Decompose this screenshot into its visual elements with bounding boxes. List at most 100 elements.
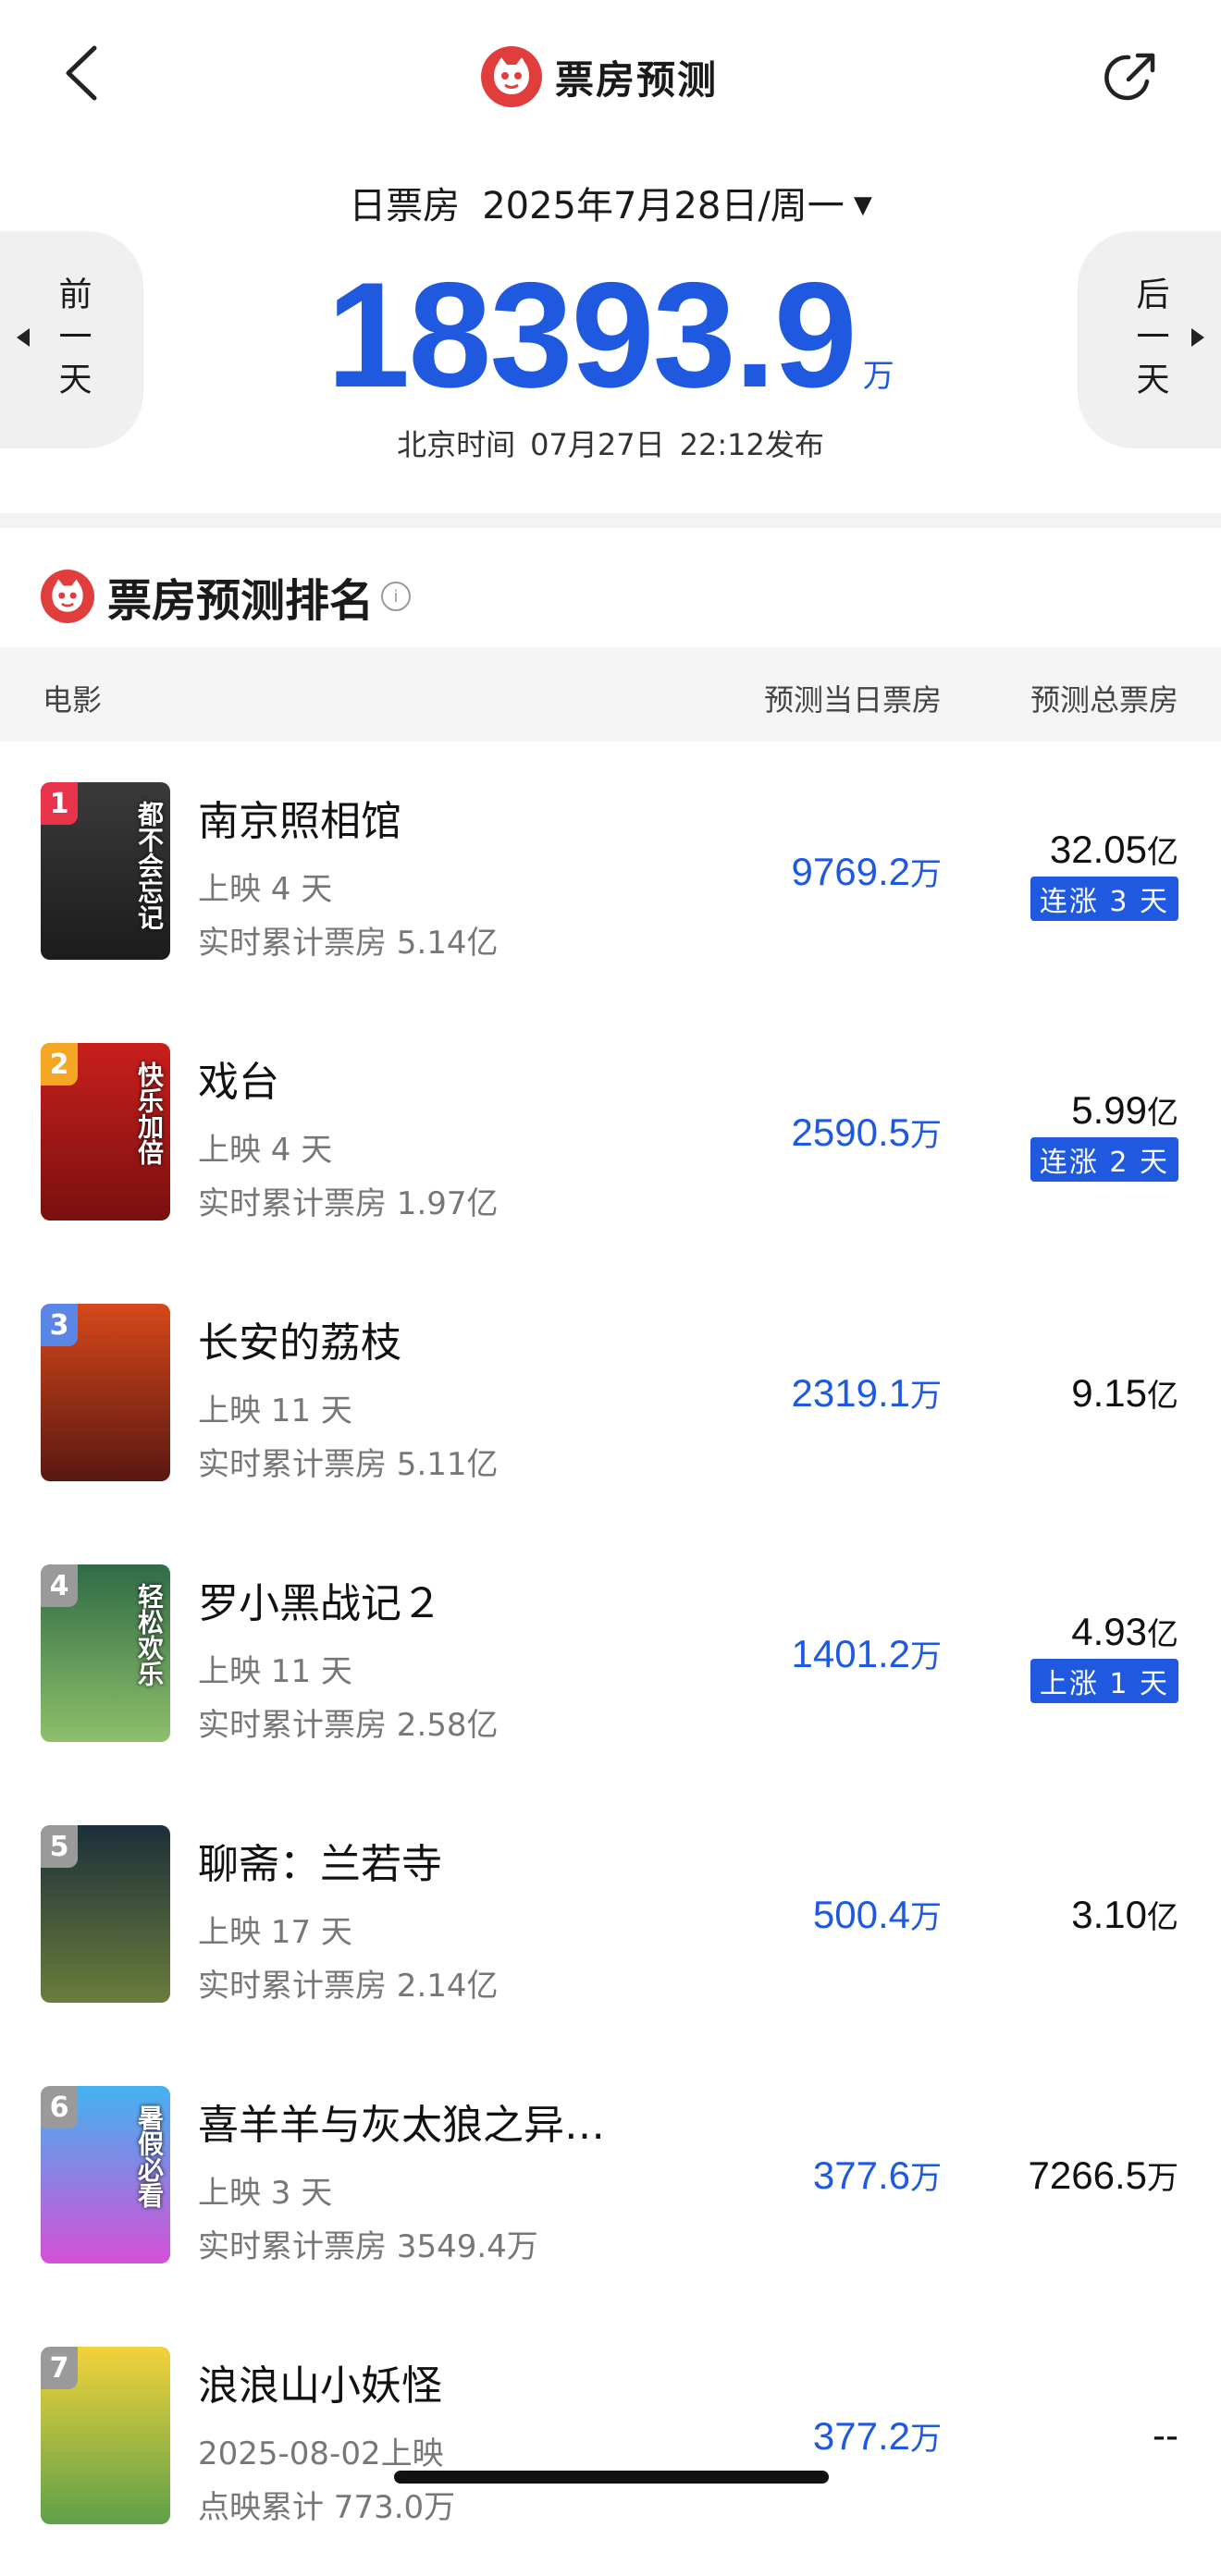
daily-total-unit: 万 [862, 358, 894, 395]
movie-days: 2025-08-02上映 [198, 2435, 444, 2472]
date-selector-value: 2025年7月28日/周一 [482, 185, 845, 227]
pred-day-value: 2319.1 [791, 1371, 910, 1415]
movie-row[interactable]: 3 长安的荔枝 上映 11 天 实时累计票房 5.11亿 2319.1万 9.1… [0, 1272, 1221, 1533]
cat-logo-icon [481, 46, 542, 107]
pred-day-box-office: 500.4万 [813, 1892, 942, 1937]
chevron-left-icon [66, 45, 97, 101]
poster-text: 暑假必看 [134, 2104, 165, 2208]
movie-row[interactable]: 都不会忘记 1 南京照相馆 上映 4 天 实时累计票房 5.14亿 9769.2… [0, 751, 1221, 1012]
pred-total-unit: 亿 [1147, 1095, 1178, 1132]
pred-total-box-office: 5.99亿 [1071, 1087, 1178, 1133]
pred-total-unit: 亿 [1147, 1616, 1178, 1653]
movie-days: 上映 3 天 [198, 2175, 333, 2212]
pred-total-unit: 亿 [1147, 1378, 1178, 1415]
back-button[interactable] [56, 41, 111, 105]
pred-total-box-office: 7266.5万 [1029, 2153, 1178, 2198]
page-title: 票房预测 [555, 56, 719, 103]
rank-badge: 2 [41, 1043, 78, 1086]
movie-name: 南京照相馆 [198, 798, 401, 845]
rank-badge: 7 [41, 2347, 78, 2389]
movie-days: 上映 11 天 [198, 1653, 352, 1690]
movie-name: 聊斋：兰若寺 [198, 1841, 442, 1888]
share-button[interactable] [1101, 46, 1162, 107]
ranking-title: 票房预测排名 [107, 575, 375, 627]
pred-total-value: -- [1153, 2413, 1178, 2457]
date-selector[interactable]: 日票房 2025年7月28日/周一 ▼ [0, 176, 1221, 229]
pred-total-box-office: 4.93亿 [1071, 1609, 1178, 1654]
pred-total-box-office: -- [1153, 2413, 1178, 2458]
poster-text: 快乐加倍 [134, 1061, 165, 1165]
pred-total-value: 3.10 [1071, 1893, 1147, 1936]
movie-cumulative: 实时累计票房 1.97亿 [198, 1185, 499, 1222]
trend-badge: 连涨 2 天 [1030, 1137, 1178, 1182]
pred-day-unit: 万 [910, 1378, 942, 1415]
pred-day-box-office: 1401.2万 [792, 1631, 942, 1676]
movie-cumulative: 实时累计票房 3549.4万 [198, 2228, 538, 2265]
pred-total-value: 5.99 [1071, 1088, 1147, 1132]
movie-poster: 快乐加倍 2 [41, 1043, 170, 1221]
movie-days: 上映 11 天 [198, 1392, 352, 1429]
triangle-down-icon: ▼ [853, 191, 872, 219]
movie-cumulative: 实时累计票房 5.11亿 [198, 1446, 499, 1483]
movie-name: 戏台 [198, 1059, 279, 1106]
rank-badge: 5 [41, 1825, 78, 1868]
pred-total-box-office: 9.15亿 [1071, 1370, 1178, 1416]
pred-day-unit: 万 [910, 856, 942, 893]
pred-total-box-office: 32.05亿 [1050, 827, 1178, 872]
movie-poster: 都不会忘记 1 [41, 782, 170, 960]
poster-text: 都不会忘记 [134, 801, 165, 930]
pred-day-box-office: 2319.1万 [792, 1370, 942, 1416]
column-header-movie: 电影 [43, 682, 103, 718]
column-header-pred-day: 预测当日票房 [763, 682, 942, 718]
page-title-group: 票房预测 [481, 44, 718, 109]
publish-date: 07月27日 [530, 427, 665, 462]
movie-name: 浪浪山小妖怪 [198, 2362, 442, 2410]
pred-day-value: 377.6 [812, 2153, 910, 2197]
pred-day-unit: 万 [910, 1899, 942, 1936]
movie-row[interactable]: 5 聊斋：兰若寺 上映 17 天 实时累计票房 2.14亿 500.4万 3.1… [0, 1794, 1221, 2055]
table-header: 电影 预测当日票房 预测总票房 [0, 647, 1221, 742]
publish-time-value: 22:12发布 [679, 427, 824, 462]
movie-row[interactable]: 暑假必看 6 喜羊羊与灰太狼之异… 上映 3 天 实时累计票房 3549.4万 … [0, 2055, 1221, 2315]
pred-total-value: 4.93 [1071, 1610, 1147, 1653]
movie-cumulative: 实时累计票房 2.58亿 [198, 1707, 499, 1744]
trend-badge: 上涨 1 天 [1030, 1659, 1178, 1703]
movie-cumulative: 点映累计 773.0万 [198, 2489, 456, 2526]
pred-day-box-office: 377.2万 [813, 2413, 942, 2459]
pred-total-value: 32.05 [1049, 828, 1147, 871]
info-icon[interactable]: i [381, 582, 412, 611]
pred-total-unit: 亿 [1147, 1899, 1178, 1936]
pred-total-value: 9.15 [1071, 1371, 1147, 1415]
movie-days: 上映 17 天 [198, 1914, 352, 1951]
movie-days: 上映 4 天 [198, 871, 333, 908]
movie-poster: 暑假必看 6 [41, 2086, 170, 2263]
movie-name: 罗小黑战记２ [198, 1580, 442, 1627]
pred-day-value: 2590.5 [791, 1110, 910, 1154]
movie-poster: 3 [41, 1304, 170, 1481]
movie-cumulative: 实时累计票房 2.14亿 [198, 1968, 499, 2005]
pred-day-unit: 万 [910, 2160, 942, 2197]
pred-day-unit: 万 [910, 1638, 942, 1675]
movie-poster: 轻松欢乐 4 [41, 1564, 170, 1742]
pred-day-value: 1401.2 [791, 1632, 910, 1675]
movie-poster: 7 [41, 2347, 170, 2524]
pred-day-unit: 万 [910, 2421, 942, 2458]
movie-name: 长安的荔枝 [198, 1319, 401, 1367]
share-icon [1104, 53, 1155, 101]
section-divider [0, 513, 1221, 528]
pred-day-value: 377.2 [812, 2414, 910, 2458]
movie-days: 上映 4 天 [198, 1132, 333, 1169]
publish-prefix: 北京时间 [397, 427, 516, 462]
pred-day-unit: 万 [910, 1117, 942, 1154]
rank-badge: 1 [41, 782, 78, 825]
movie-row[interactable]: 7 浪浪山小妖怪 2025-08-02上映 点映累计 773.0万 377.2万… [0, 2315, 1221, 2576]
pred-day-box-office: 2590.5万 [792, 1110, 942, 1155]
trend-badge: 连涨 3 天 [1030, 877, 1178, 921]
pred-total-unit: 亿 [1147, 834, 1178, 871]
column-header-pred-total: 预测总票房 [1030, 682, 1178, 718]
movie-row[interactable]: 快乐加倍 2 戏台 上映 4 天 实时累计票房 1.97亿 2590.5万 5.… [0, 1012, 1221, 1272]
home-indicator[interactable] [394, 2471, 829, 2484]
ranking-header: 票房预测排名 i [41, 564, 412, 629]
rank-badge: 3 [41, 1304, 78, 1346]
movie-row[interactable]: 轻松欢乐 4 罗小黑战记２ 上映 11 天 实时累计票房 2.58亿 1401.… [0, 1533, 1221, 1794]
